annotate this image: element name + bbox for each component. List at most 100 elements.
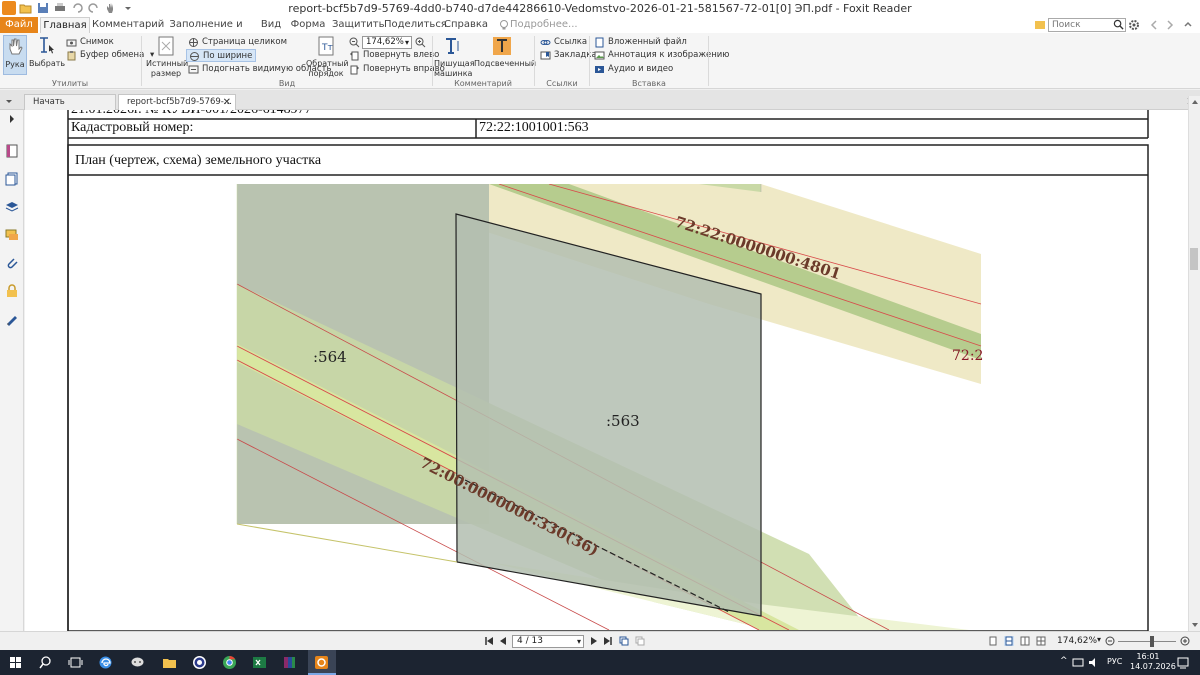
- layers-panel-icon[interactable]: [5, 200, 19, 214]
- task-view-icon[interactable]: [68, 655, 83, 670]
- actual-size-button[interactable]: Истинный размер: [146, 35, 188, 79]
- fit-visible-icon: [188, 65, 199, 74]
- image-annotation-button[interactable]: Аннотация к изображению: [594, 49, 729, 62]
- zoom-value: 174,62%: [366, 37, 404, 47]
- typewriter-label-2: машинка: [434, 69, 473, 78]
- zoom-input[interactable]: 174,62% ▾: [362, 36, 412, 49]
- typewriter-button[interactable]: Пишущая машинка: [434, 35, 475, 79]
- excel-icon[interactable]: [252, 655, 267, 670]
- rotate-right-button[interactable]: Повернуть вправо: [349, 63, 445, 76]
- fit-width-button[interactable]: По ширине: [186, 49, 257, 62]
- scroll-down-icon[interactable]: [1191, 621, 1199, 629]
- close-tab-icon[interactable]: ✕: [223, 95, 231, 110]
- first-page-icon[interactable]: [484, 636, 494, 646]
- next-page-icon[interactable]: [589, 636, 599, 646]
- edge-browser-icon[interactable]: [98, 655, 113, 670]
- rotate-left-button[interactable]: Повернуть влево: [349, 49, 439, 62]
- link-label: Ссылка: [554, 37, 588, 47]
- pages-panel-icon[interactable]: [5, 172, 19, 186]
- tab-home[interactable]: Главная: [40, 17, 90, 33]
- gear-icon[interactable]: [1128, 19, 1140, 31]
- continuous-view-icon[interactable]: [1004, 636, 1014, 646]
- tab-view[interactable]: Вид: [258, 17, 284, 33]
- search-taskbar-icon[interactable]: [38, 655, 53, 670]
- signature-panel-icon[interactable]: [5, 312, 19, 326]
- taskbar-foxit-active[interactable]: [308, 650, 336, 675]
- previous-view-icon[interactable]: [619, 636, 629, 646]
- expand-pane-icon[interactable]: [7, 112, 17, 126]
- tab-share[interactable]: Поделиться: [384, 17, 447, 33]
- select-tool-button[interactable]: Выбрать: [29, 35, 65, 69]
- continuous-facing-view-icon[interactable]: [1036, 636, 1046, 646]
- file-explorer-icon[interactable]: [162, 655, 177, 670]
- chrome-browser-icon[interactable]: [222, 655, 237, 670]
- volume-icon[interactable]: [1088, 655, 1100, 670]
- document-view[interactable]: 21.01.2026г. № КУВИ-001/2026-6148977 Кад…: [25, 110, 1188, 631]
- reverse-order-button[interactable]: Tт Обратный порядок: [306, 35, 349, 79]
- keyboard-language[interactable]: РУС: [1107, 657, 1122, 666]
- comments-panel-icon[interactable]: [5, 228, 19, 242]
- zoom-out-status-icon[interactable]: [1105, 636, 1115, 646]
- tab-protect[interactable]: Защитить: [332, 17, 385, 33]
- next-view-icon[interactable]: [635, 636, 645, 646]
- chrome-like-app-icon[interactable]: [192, 655, 207, 670]
- fit-page-button[interactable]: Страница целиком: [188, 36, 287, 49]
- page-number-input[interactable]: 4 / 13 ▾: [512, 635, 584, 648]
- reverse-order-icon: Tт: [318, 36, 334, 56]
- attached-file-button[interactable]: Вложенный файл: [594, 36, 687, 49]
- tab-form[interactable]: Форма: [290, 17, 326, 33]
- link-button[interactable]: Ссылка: [540, 36, 587, 49]
- doc-tab-report[interactable]: report-bcf5b7d9-5769-... ✕: [118, 94, 236, 110]
- network-icon[interactable]: [1072, 655, 1084, 670]
- previous-page-icon[interactable]: [498, 636, 508, 646]
- zoom-level-readout[interactable]: 174,62%: [1057, 636, 1097, 646]
- scroll-up-icon[interactable]: [1191, 98, 1199, 106]
- nav-back-icon[interactable]: [1148, 19, 1160, 31]
- audio-video-button[interactable]: Аудио и видео: [594, 63, 673, 76]
- clock-date: 14.07.2026: [1130, 662, 1176, 671]
- doc-tab-start[interactable]: Начать: [24, 94, 116, 110]
- scroll-thumb[interactable]: [1190, 248, 1198, 270]
- tab-comment[interactable]: Комментарий: [92, 17, 164, 33]
- group-label-insert: Вставка: [632, 79, 666, 88]
- ribbon-home: Рука Выбрать Снимок Буфер обмена ▾ Утили…: [0, 33, 1200, 89]
- tab-list-icon[interactable]: [4, 96, 14, 106]
- snapshot-button[interactable]: Снимок: [66, 36, 114, 49]
- messenger-app-icon[interactable]: [130, 655, 145, 670]
- foxit-reader-taskbar-icon: [315, 656, 328, 669]
- nav-forward-icon[interactable]: [1164, 19, 1176, 31]
- tab-file[interactable]: Файл: [0, 17, 38, 33]
- clock[interactable]: 16:01 14.07.2026: [1130, 652, 1176, 672]
- tray-expand-icon[interactable]: ^: [1060, 656, 1068, 666]
- zoom-slider-track[interactable]: [1118, 641, 1176, 642]
- page-dropdown-icon[interactable]: ▾: [577, 636, 581, 647]
- windows-taskbar: ^ РУС 16:01 14.07.2026: [0, 650, 1200, 675]
- tab-fill-sign[interactable]: Заполнение и подпись: [158, 17, 254, 46]
- find-icon[interactable]: [1034, 19, 1046, 31]
- security-lock-icon[interactable]: [5, 284, 19, 298]
- archiver-icon[interactable]: [282, 655, 297, 670]
- notifications-icon[interactable]: [1176, 655, 1190, 670]
- vertical-scrollbar[interactable]: [1188, 96, 1200, 631]
- group-label-view: Вид: [278, 79, 296, 88]
- zoom-in-icon[interactable]: [415, 37, 426, 48]
- facing-view-icon[interactable]: [1020, 636, 1030, 646]
- tab-more[interactable]: Подробнее...: [510, 17, 578, 33]
- zoom-out-icon[interactable]: [349, 37, 360, 48]
- ribbon-collapse-icon[interactable]: [1182, 19, 1194, 31]
- bookmarks-panel-icon[interactable]: [5, 144, 19, 158]
- attachments-panel-icon[interactable]: [5, 256, 19, 270]
- search-icon[interactable]: [1113, 19, 1124, 30]
- cadastral-number-value: 72:22:1001001:563: [479, 120, 589, 135]
- zoom-in-status-icon[interactable]: [1180, 636, 1190, 646]
- zoom-dropdown-icon[interactable]: ▾: [405, 37, 409, 48]
- group-label-comment: Комментарий: [454, 79, 512, 88]
- windows-start-icon[interactable]: [8, 655, 23, 670]
- zoom-slider-thumb[interactable]: [1150, 636, 1154, 647]
- last-page-icon[interactable]: [603, 636, 613, 646]
- tab-help[interactable]: Справка: [444, 17, 488, 33]
- zoom-readout-dropdown-icon[interactable]: ▾: [1097, 635, 1101, 644]
- single-page-view-icon[interactable]: [988, 636, 998, 646]
- hand-tool-button[interactable]: Рука: [3, 35, 27, 75]
- highlight-button[interactable]: Подсвеченный: [474, 35, 536, 69]
